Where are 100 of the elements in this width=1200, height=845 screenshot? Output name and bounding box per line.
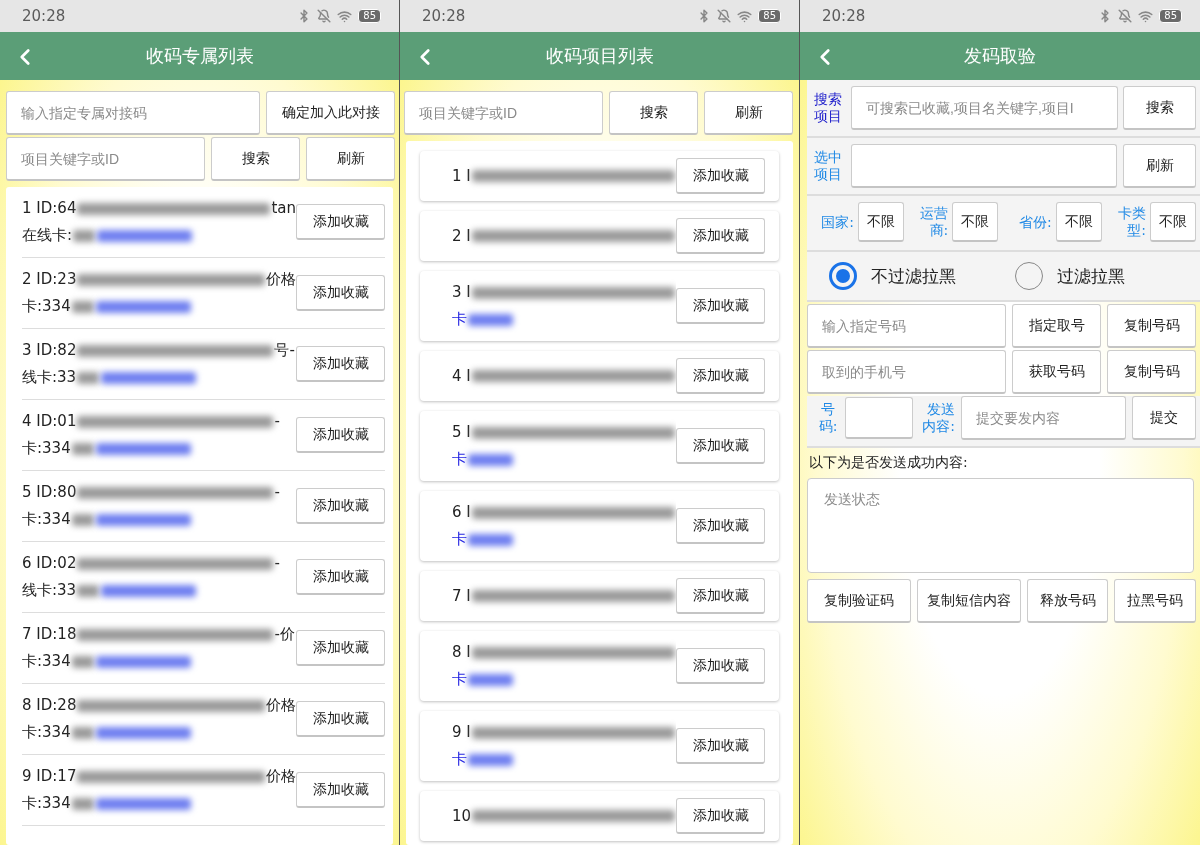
favorite-button[interactable]: 添加收藏: [676, 798, 765, 834]
number-button[interactable]: 指定取号: [1012, 304, 1101, 348]
favorite-button[interactable]: 添加收藏: [296, 275, 385, 311]
radio-option[interactable]: 不过滤拉黑: [829, 262, 956, 290]
item-text: 6 ID:02: [22, 553, 77, 574]
favorite-button[interactable]: 添加收藏: [296, 630, 385, 666]
favorite-button[interactable]: 添加收藏: [676, 358, 765, 394]
search-button[interactable]: 搜索: [211, 137, 300, 181]
code-input[interactable]: 输入指定专属对接码: [6, 91, 260, 135]
filter-select[interactable]: 不限: [952, 202, 999, 242]
page-title: 收码项目列表: [545, 44, 654, 68]
item-text: 卡:334: [22, 722, 71, 743]
item-text: 1 ID:64: [22, 198, 77, 219]
favorite-button[interactable]: 添加收藏: [676, 728, 765, 764]
blurred-link-text: [468, 753, 513, 766]
blurred-text: [71, 797, 94, 810]
refresh-button[interactable]: 刷新: [704, 91, 793, 135]
battery-indicator: 85: [758, 9, 781, 23]
item-text: 3 ID:82: [22, 340, 77, 361]
favorite-button[interactable]: 添加收藏: [296, 772, 385, 808]
blurred-text: [71, 726, 94, 739]
search-button[interactable]: 搜索: [609, 91, 698, 135]
search-input[interactable]: 项目关键字或ID: [404, 91, 603, 135]
favorite-button[interactable]: 添加收藏: [296, 417, 385, 453]
search-button[interactable]: 搜索: [1123, 86, 1196, 130]
favorite-button[interactable]: 添加收藏: [296, 346, 385, 382]
item-text: 8 I: [452, 642, 471, 663]
blurred-text: [73, 229, 96, 242]
item-text: 价格: [266, 766, 296, 787]
favorite-button[interactable]: 添加收藏: [676, 508, 765, 544]
favorite-button[interactable]: 添加收藏: [296, 488, 385, 524]
number-input[interactable]: 输入指定号码: [807, 304, 1006, 348]
item-text: 3 I: [452, 282, 471, 303]
action-button[interactable]: 复制短信内容: [917, 579, 1021, 623]
page-title: 发码取验: [964, 44, 1036, 68]
item-text: 卡:334: [22, 438, 71, 459]
item-text: -价: [274, 624, 295, 645]
selected-label: 选中项目: [814, 149, 843, 183]
favorite-button[interactable]: 添加收藏: [296, 701, 385, 737]
filter-select[interactable]: 不限: [858, 202, 904, 242]
favorite-button[interactable]: 添加收藏: [296, 204, 385, 240]
bell-off-icon: [1118, 9, 1133, 23]
item-text: -: [274, 411, 280, 432]
item-text: 卡:334: [22, 793, 71, 814]
favorite-button[interactable]: 添加收藏: [296, 559, 385, 595]
favorite-button[interactable]: 添加收藏: [676, 218, 765, 254]
item-text: 5 I: [452, 422, 471, 443]
item-text: 卡: [452, 309, 467, 330]
radio-option[interactable]: 过滤拉黑: [1014, 262, 1125, 290]
page-title: 收码专属列表: [145, 44, 254, 68]
favorite-button[interactable]: 添加收藏: [676, 648, 765, 684]
action-button[interactable]: 拉黑号码: [1114, 579, 1196, 623]
number-button[interactable]: 复制号码: [1107, 304, 1196, 348]
item-text: 9 I: [452, 722, 471, 743]
selected-input[interactable]: [851, 144, 1117, 188]
phone-button[interactable]: 复制号码: [1107, 350, 1196, 394]
status-textarea[interactable]: 发送状态: [807, 478, 1194, 573]
search-input[interactable]: 项目关键字或ID: [6, 137, 205, 181]
item-text: 卡:334: [22, 296, 71, 317]
join-button[interactable]: 确定加入此对接: [266, 91, 395, 135]
favorite-button[interactable]: 添加收藏: [676, 288, 765, 324]
item-text: tan: [271, 198, 296, 219]
item-text: 线卡:33: [22, 580, 77, 601]
action-button[interactable]: 复制验证码: [807, 579, 911, 623]
refresh-button[interactable]: 刷新: [306, 137, 395, 181]
content-label: 发送内容:: [921, 401, 955, 435]
action-button[interactable]: 释放号码: [1027, 579, 1108, 623]
item-text: 卡: [452, 529, 467, 550]
item-text: -: [274, 482, 280, 503]
status-time: 20:28: [22, 7, 66, 25]
item-text: 8 ID:28: [22, 695, 77, 716]
blurred-text: [71, 442, 94, 455]
result-label: 以下为是否发送成功内容:: [808, 453, 969, 472]
item-text: 7 I: [452, 585, 471, 607]
favorite-button[interactable]: 添加收藏: [676, 158, 765, 194]
item-text: 价格: [266, 269, 296, 290]
blurred-link-text: [468, 453, 513, 466]
item-text: 4 ID:01: [22, 411, 77, 432]
search-input[interactable]: 可搜索已收藏,项目名关键字,项目I: [851, 86, 1118, 130]
item-text: 在线卡:: [22, 225, 73, 246]
search-label: 搜索项目: [814, 91, 843, 125]
bell-off-icon: [717, 9, 732, 23]
item-text: 9 ID:17: [22, 766, 77, 787]
blurred-text: [71, 655, 94, 668]
phone-input[interactable]: 取到的手机号: [807, 350, 1006, 394]
number-label: 号码:: [817, 401, 839, 435]
phone-button[interactable]: 获取号码: [1012, 350, 1101, 394]
wifi-icon: [1138, 8, 1154, 24]
filter-select[interactable]: 不限: [1150, 202, 1196, 242]
wifi-icon: [337, 8, 353, 24]
submit-button[interactable]: 提交: [1132, 396, 1196, 440]
item-text: 价格: [266, 695, 296, 716]
item-text: 5 ID:80: [22, 482, 77, 503]
number-code-input[interactable]: [845, 397, 913, 439]
refresh-button[interactable]: 刷新: [1123, 144, 1196, 188]
favorite-button[interactable]: 添加收藏: [676, 578, 765, 614]
filter-select[interactable]: 不限: [1055, 202, 1102, 242]
filter-label: 国家:: [820, 213, 854, 231]
content-input[interactable]: 提交要发内容: [961, 396, 1126, 440]
favorite-button[interactable]: 添加收藏: [676, 428, 765, 464]
